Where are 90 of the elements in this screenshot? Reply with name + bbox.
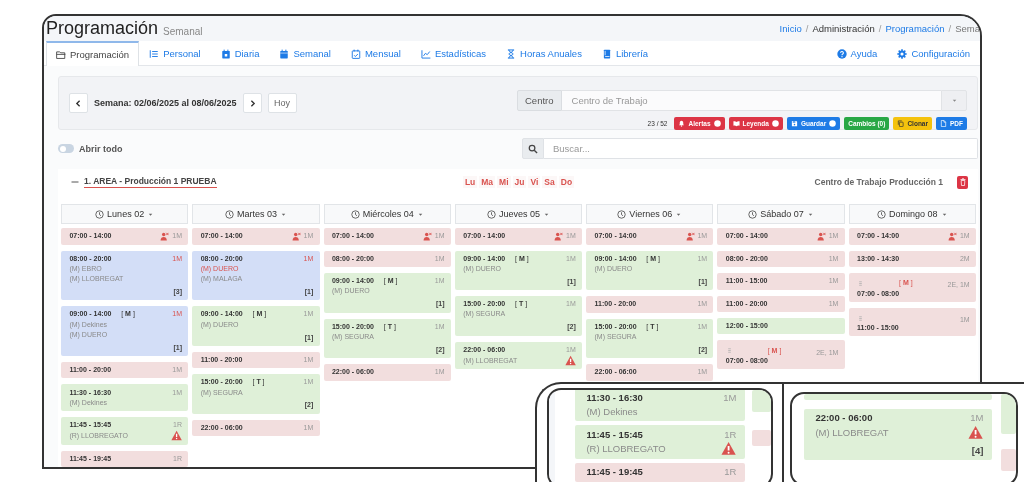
nav-tab[interactable]: Semanal — [269, 41, 341, 66]
staff-count: 1M — [970, 411, 984, 426]
caret-icon — [950, 97, 958, 105]
nav-tab[interactable]: Personal — [139, 41, 211, 66]
shift-time: 11:30 - 16:30 — [586, 391, 643, 406]
shift-card[interactable]: 11:45 - 19:45 1R — [575, 463, 745, 482]
calendar-icon — [279, 48, 290, 59]
weekday-toggle[interactable]: Vi — [528, 176, 541, 189]
breadcrumb-separator: / — [805, 23, 809, 35]
clock-icon — [748, 209, 758, 219]
clock-icon — [617, 209, 627, 219]
book-icon — [601, 48, 612, 59]
day-header[interactable]: Sábado 07 — [717, 204, 845, 225]
day-header[interactable]: Domingo 08 — [848, 204, 976, 225]
search-icon — [528, 143, 538, 154]
staff-count: 1M — [723, 391, 737, 406]
settings-icon — [897, 48, 908, 59]
work-center-name: Centro de Trabajo Producción 1 — [814, 177, 943, 188]
clock-icon — [224, 209, 234, 219]
shift-card[interactable]: 22:00 - 06:00 1M (M) LLOBREGAT [4] — [804, 409, 992, 461]
grip-icon — [857, 279, 865, 287]
shift-card[interactable]: 11:45 - 15:45 1R (R) LLOBREGATO — [575, 425, 745, 459]
shift-time: 22:00 - 06:00 — [815, 411, 873, 426]
file-icon — [940, 120, 947, 128]
breadcrumb-link[interactable]: Inicio — [779, 23, 802, 35]
chevron-left-icon — [74, 98, 83, 108]
toggle-label: Abrir todo — [79, 143, 123, 154]
nav-link[interactable]: Configuración — [887, 41, 980, 66]
breadcrumb-separator: / — [878, 23, 882, 35]
breadcrumb-current: Sema — [955, 23, 980, 35]
clock-icon — [95, 209, 105, 219]
weekday-toggle[interactable]: Lu — [462, 176, 478, 189]
trash-icon — [958, 178, 967, 187]
nav-tab[interactable]: Diaria — [210, 41, 270, 66]
today-button[interactable]: Hoy — [267, 93, 297, 114]
search-field[interactable]: Buscar... — [544, 138, 978, 160]
shift-card[interactable]: 11:30 - 16:30 1M (M) Dekines — [575, 390, 745, 422]
nav-link[interactable]: Ayuda — [826, 41, 888, 66]
assigned-count: [4] — [971, 444, 984, 458]
day-header[interactable]: Miércoles 04 — [323, 204, 451, 225]
clock-icon — [350, 209, 360, 219]
weekday-toggle[interactable]: Ma — [479, 176, 496, 189]
staff-name: (M) LLOBREGAT — [815, 425, 889, 440]
work-center-field[interactable]: Centro de Trabajo — [561, 90, 941, 112]
clock-icon — [486, 209, 496, 219]
folder-icon — [56, 49, 66, 60]
day-header[interactable]: Viernes 06 — [586, 204, 714, 225]
chart-icon — [420, 48, 431, 59]
staff-count: 1R — [724, 465, 737, 480]
day-header[interactable]: Jueves 05 — [454, 204, 583, 225]
page-subtitle: Semanal — [163, 25, 203, 37]
breadcrumb-separator: / — [948, 23, 952, 35]
shift-time: 11:45 - 15:45 — [586, 427, 643, 442]
weekday-toggle[interactable]: Sa — [542, 176, 557, 189]
previous-week-button[interactable] — [69, 93, 88, 114]
week-range: Semana: 02/06/2025 al 08/06/2025 — [94, 98, 237, 109]
grip-icon — [725, 347, 733, 355]
page-title: Programación — [46, 18, 159, 40]
list-icon — [149, 48, 160, 59]
nav-tab[interactable]: Estadísticas — [410, 41, 497, 66]
field-label: Centro — [517, 90, 562, 112]
day-header[interactable]: Lunes 02 — [61, 204, 189, 225]
next-week-button[interactable] — [242, 93, 262, 114]
shift-time: 11:45 - 19:45 — [586, 465, 643, 480]
day-header[interactable]: Martes 03 — [192, 204, 320, 225]
area-title: 1. AREA - Producción 1 PRUEBA — [84, 176, 217, 189]
delete-button[interactable] — [957, 175, 968, 189]
nav-tab[interactable]: Horas Anuales — [496, 41, 592, 66]
calendar-icon — [350, 48, 361, 59]
book-icon — [732, 120, 740, 128]
weekday-toggle[interactable]: Ju — [512, 176, 527, 189]
hourglass-icon — [506, 48, 517, 59]
staff-name: (R) LLOBREGATO — [586, 442, 666, 456]
bell-icon — [678, 120, 686, 128]
nav-tab[interactable]: Librería — [591, 41, 659, 66]
weekday-toggle[interactable]: Mi — [497, 176, 511, 189]
dropdown-toggle[interactable] — [941, 90, 967, 112]
toggle-switch[interactable] — [58, 144, 74, 154]
weekday-toggle[interactable]: Do — [558, 176, 575, 189]
grip-icon — [857, 314, 865, 322]
nav-tab[interactable]: Mensual — [340, 41, 411, 66]
staff-name: (M) Dekines — [586, 405, 638, 419]
staff-count: 1R — [724, 427, 737, 442]
breadcrumb-link[interactable]: Programación — [885, 23, 945, 35]
breadcrumb-item: Administración — [812, 23, 875, 35]
calendar-icon — [220, 48, 231, 59]
clock-icon — [877, 209, 887, 219]
save-icon — [790, 120, 798, 128]
copy-icon — [897, 120, 905, 128]
nav-tab[interactable]: Programación — [46, 41, 140, 67]
